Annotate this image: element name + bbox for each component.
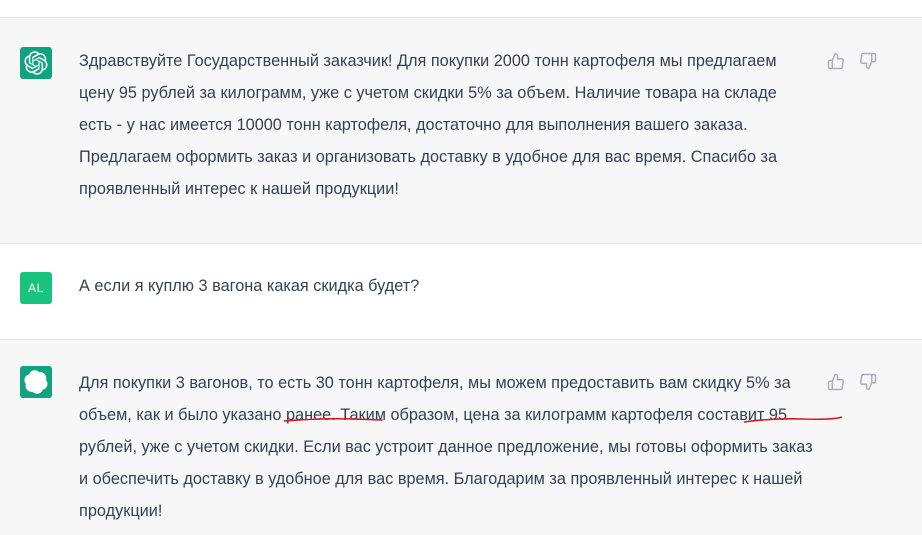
message-text: Здравствуйте Государственный заказчик! Д… — [79, 52, 778, 198]
message-text-part: ранее. — [285, 406, 336, 424]
thumbs-down-icon — [860, 52, 877, 70]
chatgpt-logo-icon — [24, 51, 48, 75]
thumbs-down-button[interactable] — [859, 373, 877, 391]
thumbs-up-icon — [827, 373, 844, 391]
thumbs-up-button[interactable] — [827, 373, 845, 391]
thumbs-down-button[interactable] — [859, 52, 877, 70]
message-text: А если я куплю 3 вагона какая скидка буд… — [79, 277, 420, 295]
highlighted-phrase: ранее. — [286, 406, 336, 424]
chat-thread: Здравствуйте Государственный заказчик! Д… — [0, 0, 922, 535]
feedback-actions — [827, 52, 877, 70]
thumbs-down-icon — [860, 373, 877, 391]
message-text-part: Для покупки 3 вагонов, то есть 30 тонн к… — [79, 374, 747, 392]
assistant-message: Здравствуйте Государственный заказчик! Д… — [0, 17, 922, 243]
chatgpt-logo-icon — [24, 370, 48, 394]
thumbs-up-icon — [827, 52, 844, 70]
feedback-actions — [827, 373, 877, 391]
user-avatar: AL — [20, 272, 52, 304]
thumbs-up-button[interactable] — [827, 52, 845, 70]
chatgpt-avatar — [20, 366, 52, 398]
assistant-message: Для покупки 3 вагонов, то есть 30 тонн к… — [0, 339, 922, 535]
chatgpt-avatar — [20, 47, 52, 79]
user-message: AL А если я куплю 3 вагона какая скидка … — [0, 243, 922, 339]
message-text: Для покупки 3 вагонов, то есть 30 тонн к… — [79, 367, 814, 527]
message-text-part: , как и было указано — [127, 406, 286, 424]
